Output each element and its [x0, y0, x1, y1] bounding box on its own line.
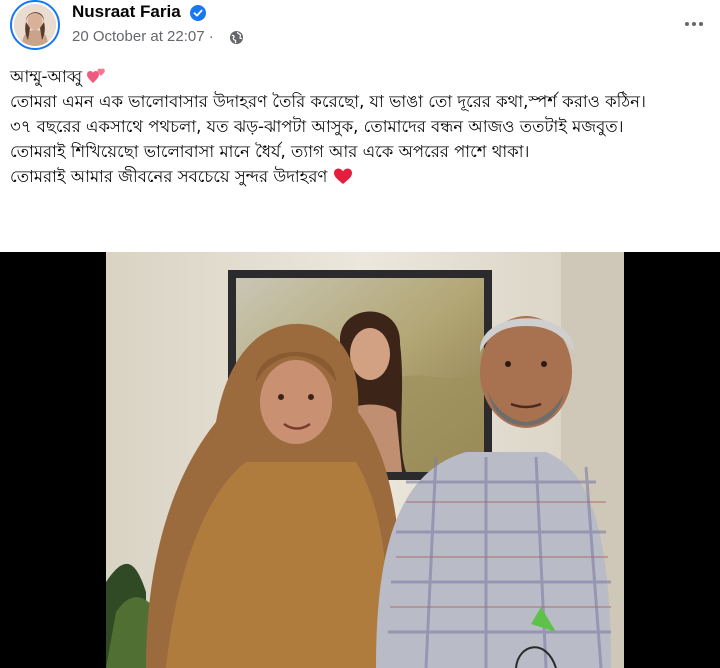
family-photo-illustration — [106, 252, 624, 668]
red-heart-emoji — [333, 168, 352, 184]
meta-separator: · — [208, 28, 214, 45]
message-greeting: আম্মু-আব্বু — [10, 67, 83, 86]
author-name[interactable]: Nusraat Faria — [72, 2, 181, 22]
message-line: আম্মু-আব্বু — [10, 64, 710, 89]
message-line: তোমরাই আমার জীবনের সবচেয়ে সুন্দর উদাহরণ — [10, 164, 710, 189]
message-line: ৩৭ বছরের একসাথে পথচলা, যত ঝড়-ঝাপটা আসুক… — [10, 117, 624, 136]
avatar-image — [14, 4, 56, 46]
message-line: তোমরা এমন এক ভালোবাসার উদাহরণ তৈরি করেছো… — [10, 92, 646, 111]
post-timestamp[interactable]: 20 October at 22:07 — [72, 28, 205, 45]
message-line: তোমরাই শিখিয়েছো ভালোবাসা মানে ধৈর্য, ত্… — [10, 142, 530, 161]
two-hearts-emoji — [87, 68, 106, 83]
avatar-portrait — [14, 4, 56, 46]
post-media[interactable] — [0, 252, 720, 668]
author-avatar[interactable] — [10, 0, 60, 50]
post-header: Nusraat Faria 20 October at 22:07 · — [0, 0, 720, 58]
more-options-button[interactable] — [676, 6, 712, 42]
post-photo[interactable] — [106, 252, 624, 668]
verified-badge-icon — [190, 5, 206, 21]
more-options-icon — [685, 22, 703, 26]
globe-icon[interactable] — [229, 30, 244, 45]
message-closing: তোমরাই আমার জীবনের সবচেয়ে সুন্দর উদাহরণ — [10, 167, 328, 186]
post-message: আম্মু-আব্বু তোমরা এমন এক ভালোবাসার উদাহর… — [10, 64, 710, 189]
post-meta: 20 October at 22:07 · — [72, 28, 214, 45]
